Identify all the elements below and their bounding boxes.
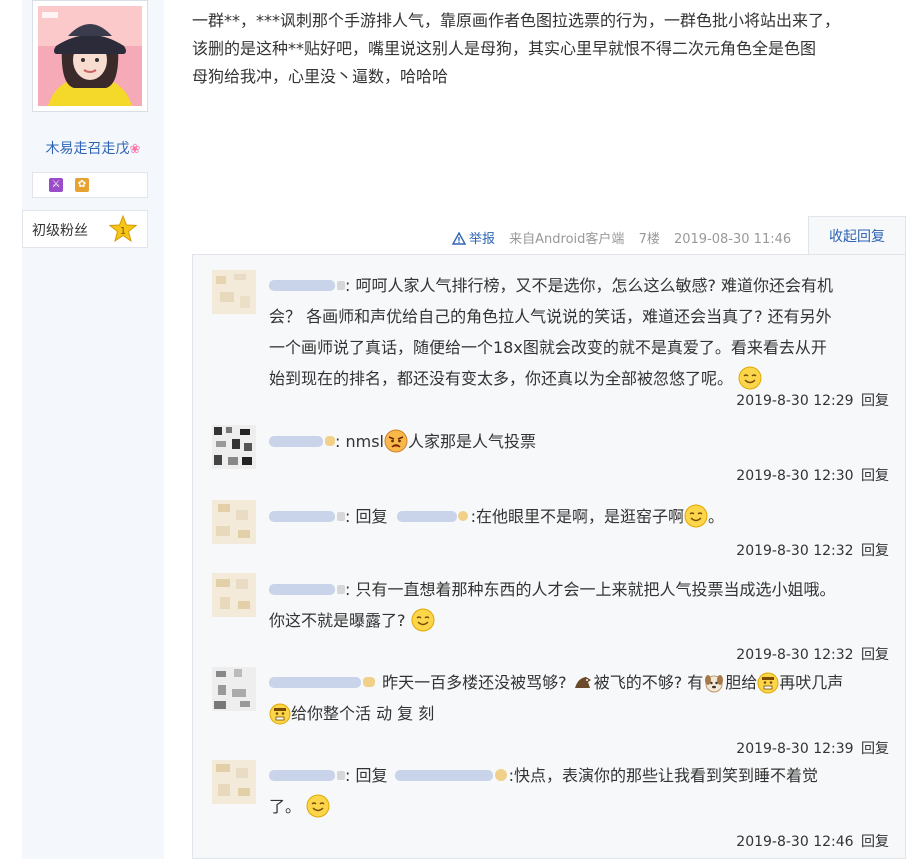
reply-text: : 呵呵人家人气排行榜，又不是选你，怎么这么敏感? 难道你还会有机	[345, 276, 834, 295]
reply-username-blurred[interactable]	[269, 276, 345, 294]
author-badges: ⚔ ✿	[32, 172, 148, 198]
fan-level-label: 初级粉丝	[32, 223, 88, 239]
reply-target-blurred[interactable]	[393, 507, 471, 525]
reply-text: 昨天一百多楼还没被骂够?	[382, 673, 567, 692]
reply-target-blurred[interactable]	[393, 766, 509, 784]
post-content: 一群**，***讽刺那个手游排人气，靠原画作者色图拉选票的行为，一群色批小将站出…	[192, 7, 902, 91]
grimace-emoji-icon	[269, 703, 291, 725]
author-username-text[interactable]: 木易走召走戊	[46, 141, 130, 157]
reply-text: 被飞的不够? 有	[593, 673, 704, 692]
reply-suffix: 。	[707, 507, 724, 526]
reply-text: 再吠几声	[779, 673, 844, 692]
reply-avatar[interactable]	[212, 573, 256, 617]
reply-meta: 2019-8-30 12:30 回复	[736, 465, 889, 485]
reply-item: 昨天一百多楼还没被骂够? 被飞的不够? 有胆给 再吠几声 给你整个活 动 复 刻 …	[193, 663, 905, 758]
reply-time: 2019-8-30 12:46	[736, 834, 854, 850]
reply-prefix: : 回复	[345, 766, 388, 785]
collapse-replies-button[interactable]: 收起回复	[808, 216, 906, 255]
sword-badge-icon[interactable]: ⚔	[49, 178, 63, 192]
flower-badge-icon[interactable]: ✿	[75, 178, 89, 192]
reply-text: : 只有一直想着那种东西的人才会一上来就把人气投票当成选小姐哦。	[345, 580, 836, 599]
reply-meta: 2019-8-30 12:46 回复	[736, 831, 889, 851]
reply-panel: : 呵呵人家人气排行榜，又不是选你，怎么这么敏感? 难道你还会有机 会？ 各画师…	[192, 254, 906, 859]
reply-text: :在他眼里不是啊，是逛窑子啊	[470, 507, 684, 526]
angry-emoji-icon	[384, 429, 408, 453]
reply-prefix: : 回复	[345, 507, 388, 526]
reply-username-blurred[interactable]	[269, 580, 345, 598]
grimace-emoji-icon	[757, 672, 779, 694]
reply-meta: 2019-8-30 12:32 回复	[736, 540, 889, 560]
report-label[interactable]: 举报	[469, 232, 495, 247]
post-time: 2019-08-30 11:46	[673, 232, 792, 247]
reply-time: 2019-8-30 12:39	[736, 741, 854, 757]
reply-button[interactable]: 回复	[861, 543, 889, 559]
reply-username-blurred[interactable]	[269, 507, 345, 525]
reply-body: : nmsl 人家那是人气投票	[269, 426, 887, 457]
level-star-icon: 1	[109, 215, 137, 243]
reply-avatar[interactable]	[212, 500, 256, 544]
reply-button[interactable]: 回复	[861, 468, 889, 484]
post-tail: 举报 来自Android客户端 7楼 2019-08-30 11:46	[452, 228, 808, 247]
reply-avatar[interactable]	[212, 425, 256, 469]
post-line: 母狗给我冲，心里没丶逼数，哈哈哈	[192, 67, 449, 86]
reply-avatar[interactable]	[212, 270, 256, 314]
reply-text: 始到现在的排名，都还没有变太多，你还真以为全部被忽悠了呢。	[269, 369, 734, 388]
reply-text: 胆给	[725, 673, 758, 692]
reply-button[interactable]: 回复	[861, 741, 889, 757]
level-number: 1	[120, 226, 126, 237]
reply-time: 2019-8-30 12:29	[736, 393, 854, 409]
smile-emoji-icon	[306, 794, 330, 818]
reply-body: : 回复 :快点，表演你的那些让我看到笑到睡不着觉 了。	[269, 760, 887, 822]
post-line: 一群**，***讽刺那个手游排人气，靠原画作者色图拉选票的行为，一群色批小将站出…	[192, 11, 841, 30]
post-source: 来自Android客户端	[509, 232, 625, 247]
reply-meta: 2019-8-30 12:32 回复	[736, 644, 889, 664]
reply-body: : 回复 :在他眼里不是啊，是逛窑子啊 。	[269, 501, 887, 532]
fan-level-box[interactable]: 初级粉丝 1	[22, 210, 148, 248]
reply-button[interactable]: 回复	[861, 647, 889, 663]
flower-icon: ❀	[129, 142, 141, 157]
reply-item: : 回复 :快点，表演你的那些让我看到笑到睡不着觉 了。 2019-8-30 1…	[193, 758, 905, 858]
reply-item: : nmsl 人家那是人气投票 2019-8-30 12:30 回复	[193, 415, 905, 490]
reply-meta: 2019-8-30 12:29 回复	[736, 390, 889, 410]
horse-emoji-icon	[574, 677, 591, 688]
post-line: 该删的是这种**贴好吧，嘴里说这别人是母狗，其实心里早就恨不得二次元角色全是色图	[192, 39, 817, 58]
author-sidebar: 木易走召走戊❀ ⚔ ✿ 初级粉丝 1	[22, 0, 164, 859]
reply-time: 2019-8-30 12:32	[736, 647, 854, 663]
reply-item: : 呵呵人家人气排行榜，又不是选你，怎么这么敏感? 难道你还会有机 会？ 各画师…	[193, 255, 905, 415]
dog-emoji-icon	[705, 675, 724, 693]
reply-meta: 2019-8-30 12:39 回复	[736, 738, 889, 758]
reply-avatar[interactable]	[212, 667, 256, 711]
author-avatar[interactable]	[32, 0, 148, 112]
reply-button[interactable]: 回复	[861, 834, 889, 850]
reply-text: 了。	[269, 797, 302, 816]
smile-emoji-icon	[738, 366, 762, 390]
author-username[interactable]: 木易走召走戊❀	[22, 138, 164, 158]
reply-avatar[interactable]	[212, 760, 256, 804]
smile-emoji-icon	[684, 504, 708, 528]
reply-text: 一个画师说了真话，随便给一个18x图就会改变的就不是真爱了。看来看去从开	[269, 338, 827, 357]
reply-item: : 只有一直想着那种东西的人才会一上来就把人气投票当成选小姐哦。 你这不就是曝露…	[193, 565, 905, 663]
reply-item: : 回复 :在他眼里不是啊，是逛窑子啊 。 2019-8-30 12:32 回复	[193, 490, 905, 565]
warning-icon	[452, 232, 466, 245]
reply-time: 2019-8-30 12:32	[736, 543, 854, 559]
reply-body: : 只有一直想着那种东西的人才会一上来就把人气投票当成选小姐哦。 你这不就是曝露…	[269, 574, 887, 636]
reply-username-blurred[interactable]	[269, 673, 377, 691]
avatar-image	[38, 6, 142, 106]
report-link[interactable]: 举报	[452, 232, 495, 247]
reply-text: 你这不就是曝露了?	[269, 611, 406, 630]
post-floor: 7楼	[638, 232, 660, 247]
reply-text: :快点，表演你的那些让我看到笑到睡不着觉	[508, 766, 818, 785]
reply-button[interactable]: 回复	[861, 393, 889, 409]
reply-time: 2019-8-30 12:30	[736, 468, 854, 484]
reply-text: 人家那是人气投票	[407, 432, 536, 451]
smile-emoji-icon	[411, 608, 435, 632]
reply-body: 昨天一百多楼还没被骂够? 被飞的不够? 有 胆给 再吠几声 给你整个活 动 复 刻	[269, 667, 887, 729]
reply-username-blurred[interactable]	[269, 432, 335, 450]
reply-text: 会？ 各画师和声优给自己的角色拉人气说说的笑话，难道还会当真了? 还有另外	[269, 307, 832, 326]
reply-body: : 呵呵人家人气排行榜，又不是选你，怎么这么敏感? 难道你还会有机 会？ 各画师…	[269, 270, 887, 394]
reply-text: 给你整个活 动 复 刻	[291, 704, 435, 723]
reply-text: : nmsl	[335, 432, 384, 451]
reply-username-blurred[interactable]	[269, 766, 345, 784]
